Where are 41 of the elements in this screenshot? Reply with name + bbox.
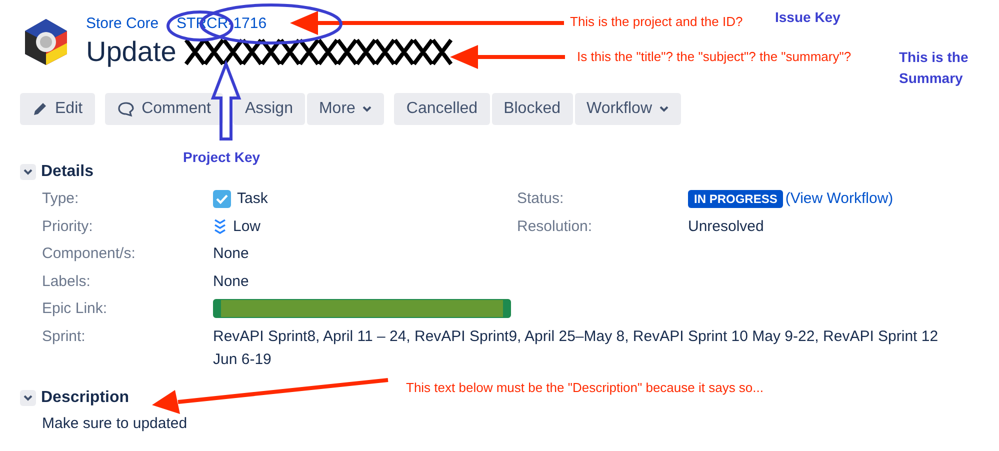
field-label: Type:: [42, 189, 80, 209]
field-label: Labels:: [42, 272, 92, 292]
speech-bubble-icon: [116, 101, 135, 117]
field-value: Unresolved: [688, 216, 764, 236]
field-value: RevAPI Sprint8, April 11 – 24, RevAPI Sprint9, April 25–May 8, RevAPI Sprint 10 May 9-22, RevAPI Sprint 12 Jun 6-19: [213, 328, 938, 368]
project-link[interactable]: Store Core: [86, 14, 159, 34]
toolbar-button[interactable]: Comment: [104, 93, 223, 125]
section-title: Description: [41, 388, 130, 406]
toolbar-button[interactable]: Cancelled: [394, 93, 490, 125]
field-label: Status:: [517, 189, 565, 209]
field-label: Sprint:: [42, 326, 86, 346]
toolbar-button[interactable]: Workflow: [574, 93, 681, 125]
toolbar-button[interactable]: Blocked: [492, 93, 572, 125]
pencil-icon: [32, 101, 48, 117]
caret-icon: [362, 105, 372, 113]
description-text: Make sure to updated: [42, 414, 188, 432]
field-value: Low: [233, 216, 261, 236]
field-value: None: [213, 272, 249, 292]
annotation-text: This text below must be the "Description" because it says so...: [406, 380, 764, 395]
annotation-text: This is the Summary: [899, 48, 970, 88]
toolbar-button[interactable]: Assign: [232, 93, 305, 125]
project-logo-icon: [24, 18, 68, 66]
caret-icon: [659, 105, 669, 113]
field-label: Component/s:: [42, 244, 136, 264]
annotation-text: Is this the "title"? the "subject"? the "summary"?: [577, 49, 852, 64]
issue-summary: Update: [86, 35, 176, 69]
view-workflow-link[interactable]: (View Workflow): [785, 185, 894, 212]
field-label: Priority:: [42, 216, 94, 236]
annotation-text: Issue Key: [775, 9, 840, 25]
annotation-text: This is the project and the ID?: [570, 14, 743, 29]
section-title: Details: [41, 163, 94, 181]
field-label: Epic Link:: [42, 299, 108, 319]
field-value: Task: [237, 189, 268, 209]
task-checkbox-icon: [213, 190, 231, 208]
low-priority-icon: [213, 218, 227, 234]
status-lozenge: IN PROGRESS: [688, 190, 784, 208]
annotation-text: Project Key: [183, 149, 260, 165]
field-value: None: [213, 244, 249, 264]
toolbar-button[interactable]: More: [306, 93, 384, 125]
toolbar-button[interactable]: Edit: [20, 93, 95, 125]
field-label: Resolution:: [517, 216, 594, 236]
